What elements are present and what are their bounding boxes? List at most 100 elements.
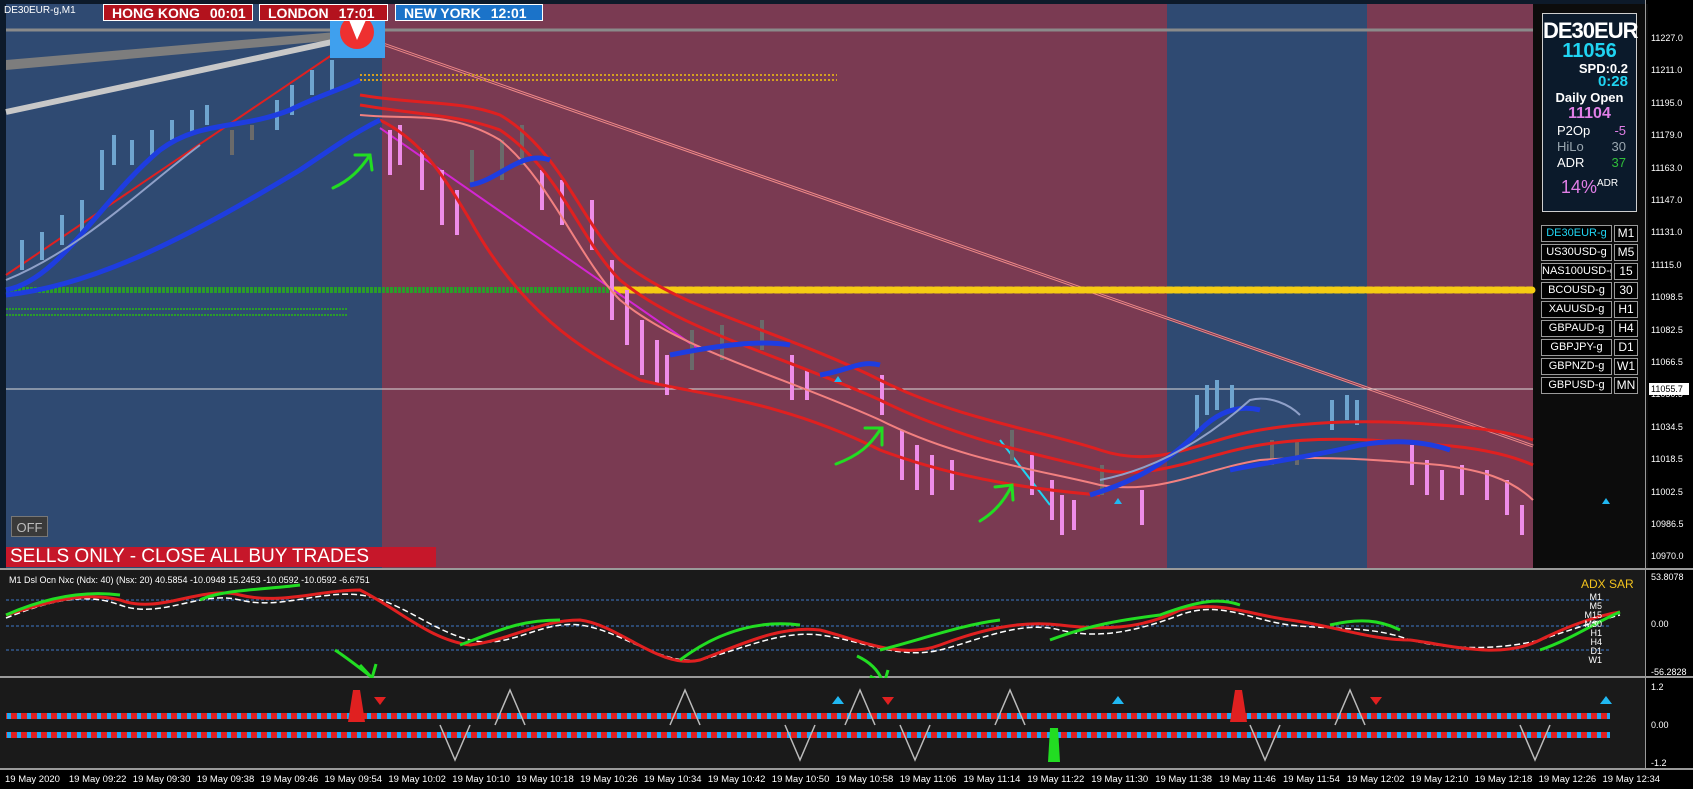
symbol-button[interactable]: GBPNZD-g	[1541, 358, 1612, 375]
current-price-tag: 11055.7	[1649, 383, 1689, 395]
chart-symbol-title: DE30EUR-g,M1	[4, 5, 76, 16]
time-tick-label: 19 May 11:22	[1027, 774, 1085, 785]
time-tick-label: 19 May 11:06	[899, 774, 957, 785]
timeframe-button[interactable]: 30	[1614, 282, 1638, 299]
symbol-button[interactable]: XAUUSD-g	[1541, 301, 1612, 318]
info-row-p2op: P2Op -5	[1543, 123, 1636, 139]
info-row-value: 37	[1611, 155, 1626, 170]
time-tick-label: 19 May 09:38	[196, 774, 255, 785]
price-tick-label: 11131.0	[1651, 227, 1683, 238]
price-tick-label: 11034.5	[1651, 421, 1683, 432]
symbol-switcher: DE30EUR-g M1 US30USD-g M5 NAS100USD-g 15 BCOUS…	[1541, 225, 1663, 396]
off-toggle-button[interactable]: OFF	[11, 516, 48, 537]
symbol-row: GBPJPY-g D1	[1541, 339, 1663, 356]
time-tick-label: 19 May 09:22	[68, 774, 127, 785]
price-tick-label: 11147.0	[1651, 195, 1683, 205]
symbol-row: GBPAUD-g H4	[1541, 320, 1663, 337]
symbol-row: US30USD-g M5	[1541, 244, 1663, 261]
symbol-row: GBPUSD-g MN	[1541, 377, 1663, 394]
symbol-button[interactable]: BCOUSD-g	[1541, 282, 1612, 299]
time-tick-label: 19 May 12:18	[1474, 774, 1533, 785]
price-tick-label: 11082.5	[1651, 324, 1683, 335]
lower-scale-bottom: -1.2	[1651, 758, 1667, 768]
time-tick-label: 19 May 10:26	[580, 774, 638, 785]
time-tick-label: 19 May 11:54	[1283, 774, 1340, 785]
adr-percent-value: 14%	[1560, 177, 1597, 197]
symbol-button[interactable]: GBPAUD-g	[1541, 320, 1612, 337]
trading-terminal: DE30EUR-g,M1 HONG KONG 00:01 LONDON 17:01 …	[0, 0, 1693, 789]
daily-open-label: Daily Open	[1555, 90, 1624, 105]
session-name: LONDON	[268, 5, 329, 21]
price-tick-label: 11002.5	[1651, 486, 1683, 497]
symbol-button[interactable]: GBPUSD-g	[1541, 377, 1612, 394]
time-tick-label: 19 May 11:14	[963, 774, 1021, 785]
symbol-button[interactable]: GBPJPY-g	[1541, 339, 1612, 356]
lower-scale-zero: 0.00	[1651, 720, 1669, 730]
symbol-button[interactable]: DE30EUR-g	[1541, 225, 1612, 242]
info-row-label: HiLo	[1557, 139, 1584, 154]
session-badge-london: LONDON 17:01	[259, 4, 388, 21]
info-row-value: 30	[1611, 139, 1626, 154]
time-tick-label: 19 May 2020	[5, 774, 60, 785]
info-row-label: ADR	[1557, 155, 1585, 170]
session-name: HONG KONG	[112, 5, 200, 21]
timeframe-button[interactable]: MN	[1614, 377, 1638, 394]
price-tick-label: 11018.5	[1651, 454, 1683, 465]
time-tick-label: 19 May 11:46	[1219, 774, 1276, 785]
symbol-row: DE30EUR-g M1	[1541, 225, 1663, 242]
timeframe-button[interactable]: D1	[1614, 339, 1638, 356]
price-tick-label: 10970.0	[1651, 551, 1684, 562]
time-tick-label: 19 May 10:18	[516, 774, 574, 785]
time-tick-label: 19 May 10:10	[452, 774, 510, 785]
adx-sar-label: ADX SAR	[1581, 577, 1634, 591]
symbol-button[interactable]: US30USD-g	[1541, 244, 1612, 261]
time-tick-label: 19 May 09:30	[132, 774, 191, 785]
timeframe-button[interactable]: W1	[1614, 358, 1638, 375]
price-tick-label: 11115.0	[1651, 259, 1682, 270]
symbol-row: GBPNZD-g W1	[1541, 358, 1663, 375]
price-tick-label: 10986.5	[1651, 519, 1684, 529]
info-row-value: -5	[1614, 123, 1626, 138]
time-tick-label: 19 May 12:26	[1538, 774, 1597, 785]
timeframe-button[interactable]: H4	[1614, 320, 1638, 337]
time-tick-label: 19 May 10:02	[388, 774, 446, 785]
indicator-scale-zero: 0.00	[1651, 619, 1669, 629]
time-tick-label: 19 May 10:42	[707, 774, 766, 785]
sell-signal-banner: SELLS ONLY - CLOSE ALL BUY TRADES	[6, 547, 436, 567]
indicator-timeframes: M1 M5 M15 M30 H1 H4 D1 W1	[1580, 593, 1602, 665]
adr-percent: 14%ADR	[1543, 177, 1636, 198]
price-tick-label: 11179.0	[1651, 130, 1683, 141]
timeframe-button[interactable]: M5	[1614, 244, 1638, 261]
symbol-row: BCOUSD-g 30	[1541, 282, 1663, 299]
session-badge-hong-kong: HONG KONG 00:01	[103, 4, 253, 21]
price-chart-canvas[interactable]	[0, 0, 1693, 789]
time-tick-label: 19 May 10:58	[835, 774, 894, 785]
indicator-label: M1 Dsl Ocn Nxc (Ndx: 40) (Nsx: 20) 40.58…	[9, 575, 370, 585]
timeframe-button[interactable]: M1	[1614, 225, 1638, 242]
time-tick-label: 19 May 09:46	[260, 774, 319, 785]
symbol-row: NAS100USD-g 15	[1541, 263, 1663, 280]
price-tick-label: 11211.0	[1651, 65, 1683, 76]
price-tick-label: 11098.5	[1651, 292, 1683, 303]
time-tick-label: 19 May 12:02	[1346, 774, 1405, 785]
time-tick-label: 19 May 10:50	[771, 774, 830, 785]
price-tick-label: 11227.0	[1651, 33, 1683, 43]
lower-scale-top: 1.2	[1651, 682, 1664, 692]
indicator-scale-bottom: -56.2828	[1651, 667, 1687, 677]
info-row-adr: ADR 37	[1543, 155, 1636, 171]
timeframe-button[interactable]: H1	[1614, 301, 1638, 318]
symbol-button[interactable]: NAS100USD-g	[1541, 263, 1612, 280]
timeframe-button[interactable]: 15	[1614, 263, 1638, 280]
session-badge-new-york: NEW YORK 12:01	[395, 4, 543, 21]
session-time: 17:01	[338, 5, 375, 21]
symbol-row: XAUUSD-g H1	[1541, 301, 1663, 318]
adr-suffix: ADR	[1596, 178, 1619, 189]
session-time: 12:01	[490, 5, 527, 21]
time-tick-label: 19 May 11:30	[1091, 774, 1149, 785]
time-tick-label: 19 May 12:34	[1602, 774, 1661, 785]
time-tick-label: 19 May 12:10	[1410, 774, 1469, 785]
time-tick-label: 19 May 11:38	[1155, 774, 1213, 785]
price-tick-label: 11195.0	[1651, 97, 1683, 108]
info-row-label: P2Op	[1557, 123, 1591, 138]
session-name: NEW YORK	[404, 5, 481, 21]
